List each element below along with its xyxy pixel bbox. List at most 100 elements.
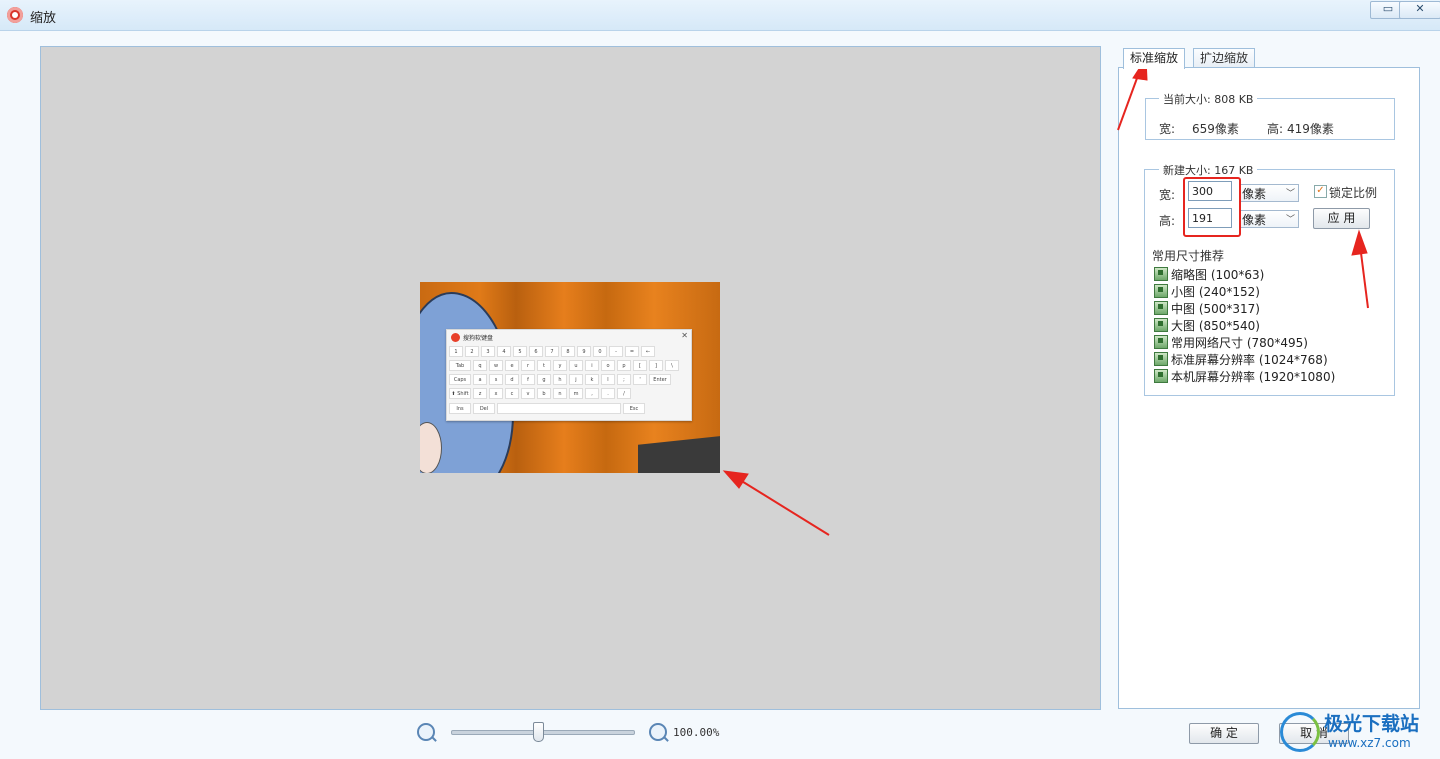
preset-item[interactable]: 缩略图 (100*63) <box>1154 266 1264 282</box>
keyboard-key: = <box>625 346 639 357</box>
zoom-slider-thumb[interactable] <box>532 722 544 742</box>
current-size-legend: 当前大小: 808 KB <box>1159 91 1258 107</box>
preset-label: 本机屏幕分辨率 (1920*1080) <box>1171 369 1336 384</box>
title-bar: 缩放 ▭ ✕ <box>0 0 1440 31</box>
watermark-logo-icon <box>1280 712 1320 752</box>
keyboard-key: f <box>521 374 535 385</box>
image-preset-icon <box>1154 352 1168 366</box>
zoom-level: 100.00% <box>673 726 720 739</box>
app-icon <box>7 7 23 23</box>
new-size-legend: 新建大小: 167 KB <box>1159 162 1258 178</box>
keyboard-key: \ <box>665 360 679 371</box>
image-preset-icon <box>1154 301 1168 315</box>
keyboard-key: y <box>553 360 567 371</box>
keyboard-key: ' <box>633 374 647 385</box>
chevron-down-icon: ﹀ <box>1285 215 1295 225</box>
keyboard-row-5: Ins Del Esc <box>449 403 645 414</box>
keyboard-key: z <box>473 388 487 399</box>
keyboard-key: h <box>553 374 567 385</box>
ok-button[interactable]: 确 定 <box>1189 723 1259 744</box>
tab-standard-resize[interactable]: 标准缩放 <box>1123 48 1186 69</box>
keyboard-key: ⬆ Shift <box>449 388 471 399</box>
keyboard-key: ] <box>649 360 663 371</box>
keyboard-key: c <box>505 388 519 399</box>
preset-label: 缩略图 (100*63) <box>1171 267 1265 282</box>
watermark-url: www.xz7.com <box>1328 736 1411 750</box>
keyboard-key: Esc <box>623 403 645 414</box>
image-canvas: 搜狗软键盘 ✕ 1 2 3 4 5 6 7 8 9 0- = ← Tab q w e r t y u i o p[] \ C… <box>40 46 1101 710</box>
keyboard-key: 3 <box>481 346 495 357</box>
keyboard-key: Enter <box>649 374 671 385</box>
lock-ratio-checkbox[interactable]: ✓ <box>1314 185 1327 198</box>
width-unit-value: 像素 <box>1242 187 1267 201</box>
keyboard-key: d <box>505 374 519 385</box>
image-preset-icon <box>1154 284 1168 298</box>
close-button[interactable]: ✕ <box>1399 1 1440 19</box>
current-width-label: 宽: <box>1159 122 1176 136</box>
keyboard-key: 7 <box>545 346 559 357</box>
preset-label: 大图 (850*540) <box>1171 318 1260 333</box>
keyboard-key: i <box>585 360 599 371</box>
preset-item[interactable]: 本机屏幕分辨率 (1920*1080) <box>1154 368 1335 384</box>
keyboard-row-3: Caps a s d f g h j k l; ' Enter <box>449 374 671 385</box>
watermark: 极光下载站 www.xz7.com <box>1276 702 1440 759</box>
soft-keyboard-window: 搜狗软键盘 ✕ 1 2 3 4 5 6 7 8 9 0- = ← Tab q w e r t y u i o p[] \ C… <box>446 329 692 421</box>
preset-item[interactable]: 常用网络尺寸 (780*495) <box>1154 334 1308 350</box>
watermark-title: 极光下载站 <box>1324 713 1420 735</box>
image-preset-icon <box>1154 318 1168 332</box>
presets-heading: 常用尺寸推荐 <box>1152 249 1225 263</box>
height-unit-value: 像素 <box>1242 213 1267 227</box>
keyboard-key: q <box>473 360 487 371</box>
keyboard-key: e <box>505 360 519 371</box>
keyboard-key: / <box>617 388 631 399</box>
keyboard-key: s <box>489 374 503 385</box>
current-height-value: 419像素 <box>1287 122 1334 136</box>
keyboard-key: k <box>585 374 599 385</box>
keyboard-key: ← <box>641 346 655 357</box>
zoom-in-icon[interactable] <box>649 723 667 741</box>
width-unit-select[interactable]: 像素 ﹀ <box>1239 184 1299 202</box>
keyboard-key: u <box>569 360 583 371</box>
keyboard-key: b <box>537 388 551 399</box>
keyboard-key: r <box>521 360 535 371</box>
keyboard-key: l <box>601 374 615 385</box>
keyboard-key: 9 <box>577 346 591 357</box>
image-preview: 搜狗软键盘 ✕ 1 2 3 4 5 6 7 8 9 0- = ← Tab q w e r t y u i o p[] \ C… <box>420 282 720 473</box>
preset-item[interactable]: 小图 (240*152) <box>1154 283 1260 299</box>
keyboard-row-2: Tab q w e r t y u i o p[] \ <box>449 360 679 371</box>
keyboard-key: p <box>617 360 631 371</box>
keyboard-key: 0 <box>593 346 607 357</box>
zoom-out-icon[interactable] <box>417 723 435 741</box>
keyboard-key: , <box>585 388 599 399</box>
keyboard-close-icon: ✕ <box>681 331 688 340</box>
lock-ratio-label: 锁定比例 <box>1329 186 1378 200</box>
keyboard-key: 8 <box>561 346 575 357</box>
keyboard-key: [ <box>633 360 647 371</box>
height-unit-select[interactable]: 像素 ﹀ <box>1239 210 1299 228</box>
keyboard-key: 1 <box>449 346 463 357</box>
keyboard-key: x <box>489 388 503 399</box>
preset-item[interactable]: 标准屏幕分辨率 (1024*768) <box>1154 351 1328 367</box>
image-preset-icon <box>1154 335 1168 349</box>
keyboard-key: 2 <box>465 346 479 357</box>
keyboard-key: a <box>473 374 487 385</box>
tab-expand-resize[interactable]: 扩边缩放 <box>1193 48 1256 68</box>
preset-label: 标准屏幕分辨率 (1024*768) <box>1171 352 1328 367</box>
keyboard-key: j <box>569 374 583 385</box>
keyboard-key: v <box>521 388 535 399</box>
keyboard-key: n <box>553 388 567 399</box>
chevron-down-icon: ﹀ <box>1285 189 1295 199</box>
keyboard-key: 4 <box>497 346 511 357</box>
image-preset-icon <box>1154 369 1168 383</box>
annotation-highlight-box <box>1183 177 1241 237</box>
keyboard-key: w <box>489 360 503 371</box>
keyboard-key: Tab <box>449 360 471 371</box>
sogou-logo-icon <box>451 333 460 342</box>
preset-label: 常用网络尺寸 (780*495) <box>1171 335 1308 350</box>
apply-button[interactable]: 应 用 <box>1313 208 1370 229</box>
preset-item[interactable]: 中图 (500*317) <box>1154 300 1260 316</box>
preset-item[interactable]: 大图 (850*540) <box>1154 317 1260 333</box>
keyboard-key: ; <box>617 374 631 385</box>
keyboard-row-1: 1 2 3 4 5 6 7 8 9 0- = ← <box>449 346 655 357</box>
keyboard-key: Ins <box>449 403 471 414</box>
